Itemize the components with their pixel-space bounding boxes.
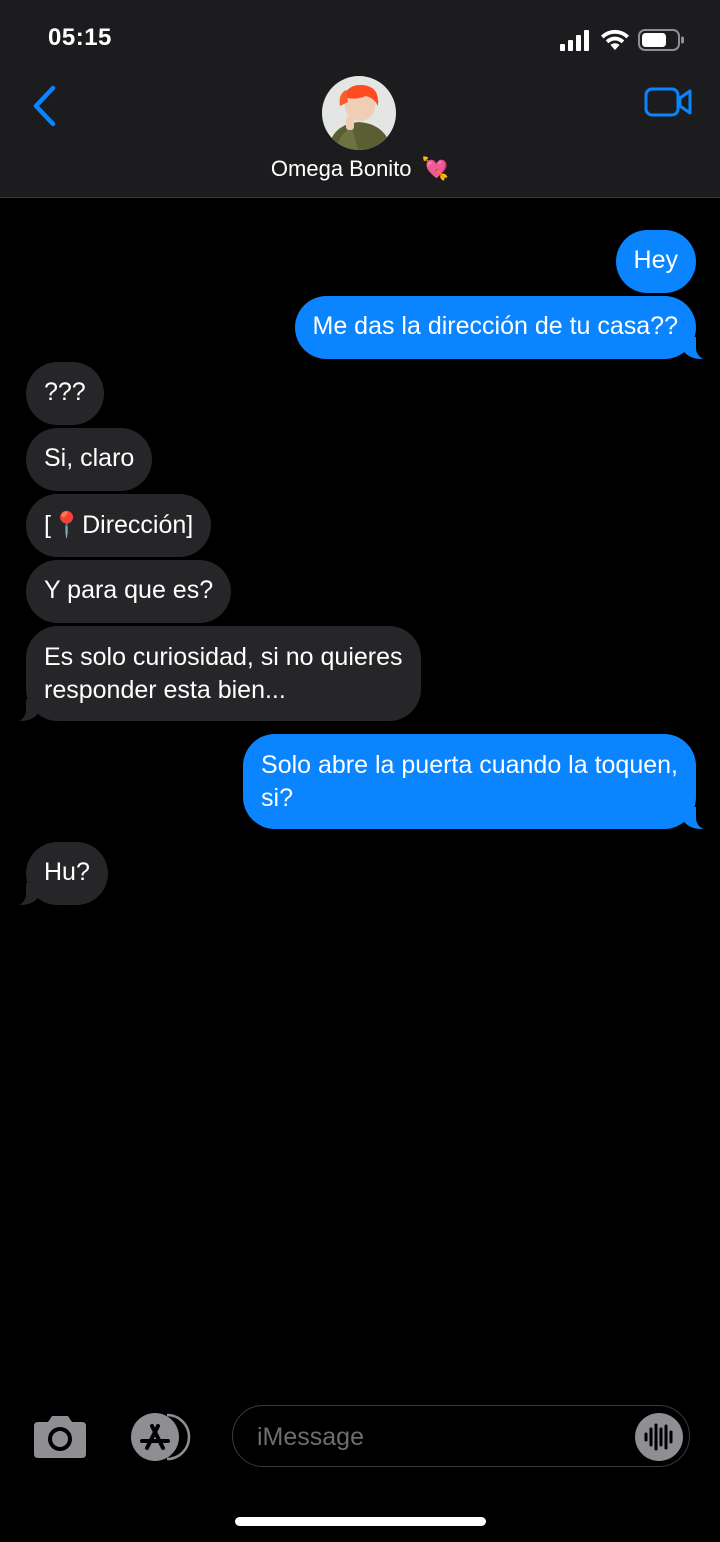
- message-bubble-outgoing[interactable]: Hey: [615, 230, 696, 293]
- message-text-line: Solo abre la puerta cuando la toquen,: [261, 751, 678, 779]
- chevron-left-icon: [33, 85, 56, 127]
- message-text-open-bracket: [: [44, 511, 51, 539]
- message-text: Hu?: [44, 858, 90, 886]
- message-bubble-incoming[interactable]: ???: [26, 362, 104, 425]
- facetime-video-button[interactable]: [644, 82, 694, 122]
- message-text-address: Dirección]: [82, 511, 194, 539]
- message-bubble-incoming[interactable]: Si, claro: [26, 428, 153, 491]
- message-bubble-incoming[interactable]: Es solo curiosidad, si no quieres respon…: [6, 626, 421, 722]
- avatar-photo: [322, 76, 396, 150]
- status-icons: [560, 26, 686, 54]
- message-text-line: Es solo curiosidad, si no quieres: [44, 643, 403, 671]
- contact-name[interactable]: Omega Bonito 💘: [0, 156, 720, 182]
- audio-message-button[interactable]: [635, 1413, 683, 1461]
- battery-icon: [638, 29, 684, 51]
- app-store-icon: [131, 1413, 191, 1461]
- contact-name-text: Omega Bonito: [270, 156, 412, 181]
- message-text: ???: [44, 378, 86, 406]
- contact-avatar[interactable]: [322, 76, 396, 150]
- message-bubble-outgoing[interactable]: Me das la dirección de tu casa??: [294, 296, 716, 360]
- message-text: Me das la dirección de tu casa??: [312, 312, 679, 340]
- camera-icon: [34, 1416, 86, 1458]
- message-bubble-incoming[interactable]: Hu?: [6, 842, 108, 906]
- status-time: 05:15: [48, 24, 112, 51]
- wifi-icon: [601, 29, 629, 50]
- imessage-compose-field[interactable]: [232, 1405, 690, 1468]
- video-camera-icon: [644, 87, 692, 117]
- message-bubble-incoming[interactable]: Y para que es?: [26, 560, 232, 623]
- home-indicator[interactable]: [235, 1517, 486, 1526]
- message-text: Hey: [633, 246, 678, 274]
- message-text-line: responder esta bien...: [44, 676, 286, 704]
- waveform-icon: [644, 1423, 673, 1451]
- message-input[interactable]: [255, 1406, 639, 1468]
- message-text-line: si?: [261, 784, 293, 812]
- message-bubble-outgoing[interactable]: Solo abre la puerta cuando la toquen, si…: [243, 734, 716, 830]
- message-bubble-incoming[interactable]: [📍Dirección]: [26, 494, 212, 557]
- back-button[interactable]: [26, 82, 62, 130]
- heart-arrow-emoji: 💘: [421, 157, 450, 182]
- cellular-signal-icon: [560, 30, 589, 51]
- conversation-header: 05:15 Omega Bonito 💘: [0, 0, 720, 198]
- message-text: Si, claro: [44, 444, 135, 472]
- round-pushpin-emoji: 📍: [50, 510, 83, 539]
- camera-button[interactable]: [30, 1414, 90, 1460]
- app-store-button[interactable]: [127, 1412, 193, 1462]
- message-text: Y para que es?: [44, 576, 214, 604]
